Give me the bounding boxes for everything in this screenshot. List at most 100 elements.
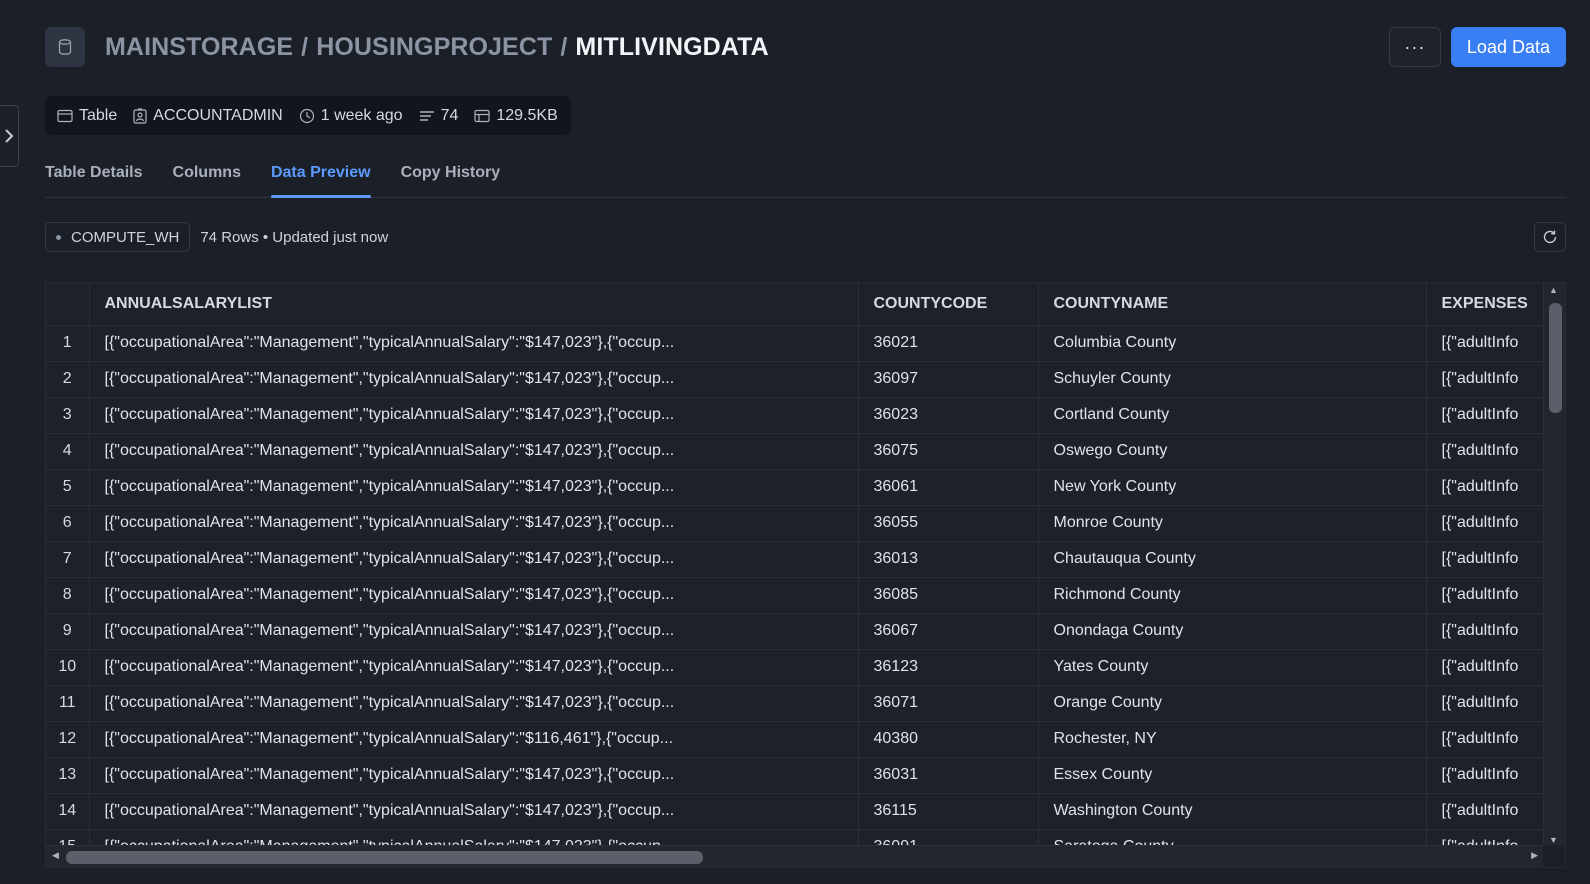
warehouse-selector[interactable]: COMPUTE_WH [45, 222, 191, 252]
rows-info: 74 Rows • Updated just now [200, 228, 389, 246]
table-cell[interactable]: 36023 [858, 397, 1039, 434]
table-cell[interactable]: Oswego County [1038, 433, 1427, 470]
table-cell[interactable]: Richmond County [1038, 577, 1427, 614]
table-row[interactable]: 8 [{"occupationalArea":"Management","typi… [46, 577, 1565, 614]
table-row[interactable]: 4 [{"occupationalArea":"Management","typi… [46, 433, 1565, 470]
breadcrumb-database[interactable]: MAINSTORAGE [105, 33, 293, 61]
column-header[interactable]: COUNTYCODE [858, 283, 1039, 326]
sidebar-expand-toggle[interactable] [0, 105, 19, 167]
row-index: 9 [46, 613, 90, 650]
warehouse-label: COMPUTE_WH [71, 228, 180, 246]
tab-columns[interactable]: Columns [173, 158, 241, 197]
table-cell[interactable]: [{"occupationalArea":"Management","typic… [89, 721, 859, 758]
tab-table-details[interactable]: Table Details [45, 158, 143, 197]
table-row[interactable]: 10 [{"occupationalArea":"Management","typ… [46, 649, 1565, 686]
table-row[interactable]: 13 [{"occupationalArea":"Management","typ… [46, 757, 1565, 794]
tab-data-preview[interactable]: Data Preview [270, 158, 371, 198]
scrollbar-corner [1543, 845, 1565, 867]
more-options-button[interactable]: ··· [1388, 27, 1441, 67]
table-cell[interactable]: [{"occupationalArea":"Management","typic… [89, 577, 859, 614]
rows-icon [419, 110, 434, 121]
table-cell[interactable]: 36067 [858, 613, 1039, 650]
table-cell[interactable]: [{"occupationalArea":"Management","typic… [89, 613, 859, 650]
table-cell[interactable]: 36123 [858, 649, 1039, 686]
table-row[interactable]: 7 [{"occupationalArea":"Management","typi… [46, 541, 1565, 578]
table-metadata-bar: Table ACCOUNTADMIN 1 week ago 74 129.5KB [45, 96, 571, 135]
meta-updated: 1 week ago [299, 107, 403, 125]
scroll-left-arrow-icon[interactable]: ◀ [52, 850, 59, 861]
table-cell[interactable]: 36055 [858, 505, 1039, 542]
table-cell[interactable]: Yates County [1038, 649, 1427, 686]
table-cell[interactable]: Monroe County [1038, 505, 1427, 542]
table-row[interactable]: 14 [{"occupationalArea":"Management","typ… [46, 793, 1565, 830]
table-cell[interactable]: Washington County [1038, 793, 1427, 830]
warehouse-status-dot [56, 234, 61, 240]
table-cell[interactable]: 36075 [858, 433, 1039, 470]
table-cell[interactable]: 36097 [858, 361, 1039, 398]
table-cell[interactable]: 36061 [858, 469, 1039, 506]
table-cell[interactable]: Cortland County [1038, 397, 1427, 434]
meta-owner-label: ACCOUNTADMIN [153, 106, 283, 124]
table-cell[interactable]: New York County [1038, 469, 1427, 506]
table-row[interactable]: 5 [{"occupationalArea":"Management","typi… [46, 469, 1565, 506]
table-cell[interactable]: 36085 [858, 577, 1039, 614]
table-cell[interactable]: [{"occupationalArea":"Management","typic… [89, 757, 859, 794]
table-cell[interactable]: Chautauqua County [1038, 541, 1427, 578]
row-index: 1 [46, 325, 90, 362]
column-header[interactable]: ANNUALSALARYLIST [89, 283, 859, 326]
table-cell[interactable]: [{"occupationalArea":"Management","typic… [89, 685, 859, 722]
table-cell[interactable]: Orange County [1038, 685, 1427, 722]
table-cell[interactable]: 36071 [858, 685, 1039, 722]
table-cell[interactable]: [{"occupationalArea":"Management","typic… [89, 541, 859, 578]
horizontal-scrollbar[interactable]: ◀ ▶ [46, 845, 1544, 867]
refresh-button[interactable] [1534, 222, 1566, 252]
table-cell[interactable]: 36031 [858, 757, 1039, 794]
table-cell[interactable]: [{"occupationalArea":"Management","typic… [89, 649, 859, 686]
table-row[interactable]: 2 [{"occupationalArea":"Management","typi… [46, 361, 1565, 398]
table-cell[interactable]: Essex County [1038, 757, 1427, 794]
vertical-scroll-thumb[interactable] [1549, 303, 1562, 413]
breadcrumb-separator: / [301, 32, 309, 61]
column-header[interactable]: COUNTYNAME [1038, 283, 1427, 326]
meta-updated-label: 1 week ago [320, 106, 403, 124]
refresh-icon [1543, 230, 1557, 244]
row-index: 3 [46, 397, 90, 434]
vertical-scrollbar[interactable]: ▲ ▼ [1543, 283, 1565, 847]
table-cell[interactable]: [{"occupationalArea":"Management","typic… [89, 361, 859, 398]
breadcrumb-schema[interactable]: HOUSINGPROJECT [316, 33, 552, 61]
table-cell[interactable]: [{"occupationalArea":"Management","typic… [89, 793, 859, 830]
meta-type: Table [57, 107, 117, 125]
data-table: ANNUALSALARYLIST COUNTYCODE COUNTYNAME E… [46, 283, 1565, 866]
table-row[interactable]: 6 [{"occupationalArea":"Management","typi… [46, 505, 1565, 542]
table-cell[interactable]: Columbia County [1038, 325, 1427, 362]
data-preview-grid[interactable]: ANNUALSALARYLIST COUNTYCODE COUNTYNAME E… [45, 282, 1566, 868]
table-cell[interactable]: [{"occupationalArea":"Management","typic… [89, 397, 859, 434]
table-row[interactable]: 11 [{"occupationalArea":"Management","typ… [46, 685, 1565, 722]
scroll-up-arrow-icon[interactable]: ▲ [1549, 285, 1558, 295]
table-cell[interactable]: Rochester, NY [1038, 721, 1427, 758]
table-cell[interactable]: 36013 [858, 541, 1039, 578]
table-cell[interactable]: Onondaga County [1038, 613, 1427, 650]
tab-copy-history[interactable]: Copy History [401, 158, 501, 197]
preview-toolbar: COMPUTE_WH 74 Rows • Updated just now [45, 222, 1566, 252]
table-cell[interactable]: [{"occupationalArea":"Management","typic… [89, 325, 859, 362]
table-cell[interactable]: [{"occupationalArea":"Management","typic… [89, 505, 859, 542]
table-cell[interactable]: 40380 [858, 721, 1039, 758]
table-row[interactable]: 1 [{"occupationalArea":"Management","typi… [46, 325, 1565, 362]
load-data-button[interactable]: Load Data [1450, 27, 1566, 67]
table-cell[interactable]: 36115 [858, 793, 1039, 830]
row-index: 6 [46, 505, 90, 542]
scroll-down-arrow-icon[interactable]: ▼ [1549, 835, 1558, 845]
table-cell[interactable]: [{"occupationalArea":"Management","typic… [89, 433, 859, 470]
scroll-right-arrow-icon[interactable]: ▶ [1531, 850, 1538, 861]
table-cell[interactable]: 36021 [858, 325, 1039, 362]
table-cell[interactable]: [{"occupationalArea":"Management","typic… [89, 469, 859, 506]
table-row[interactable]: 12 [{"occupationalArea":"Management","typ… [46, 721, 1565, 758]
row-index: 4 [46, 433, 90, 470]
table-header-row: ANNUALSALARYLIST COUNTYCODE COUNTYNAME E… [46, 283, 1565, 326]
table-row[interactable]: 3 [{"occupationalArea":"Management","typi… [46, 397, 1565, 434]
page-header: MAINSTORAGE / HOUSINGPROJECT / MITLIVINGDATA… [45, 27, 1566, 67]
table-cell[interactable]: Schuyler County [1038, 361, 1427, 398]
horizontal-scroll-thumb[interactable] [66, 851, 703, 864]
table-row[interactable]: 9 [{"occupationalArea":"Management","typi… [46, 613, 1565, 650]
